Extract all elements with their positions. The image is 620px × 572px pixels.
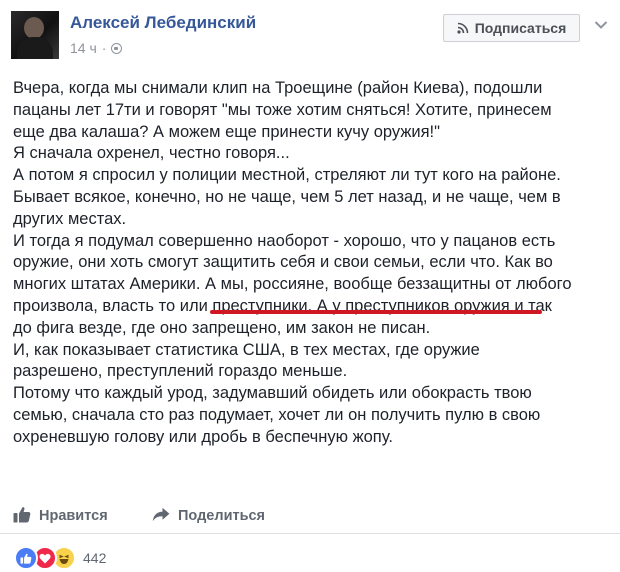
avatar[interactable] (11, 11, 59, 59)
reaction-count: 442 (83, 550, 107, 566)
thumbs-up-icon (13, 506, 31, 527)
like-icon (14, 546, 38, 570)
share-button[interactable]: Поделиться (152, 502, 265, 530)
post-line: И тогда я подумал совершенно наоборот - … (13, 231, 556, 250)
post-line: пацаны лет 17ти и говорят "мы тоже хотим… (13, 100, 552, 119)
subscribe-label: Подписаться (474, 20, 567, 36)
post-meta: 14 ч · (70, 40, 123, 56)
post-line: других местах. (13, 209, 127, 228)
post-line: охреневшую голову или дробь в беспечную … (13, 427, 393, 446)
post-text: Вчера, когда мы снимали клип на Троещине… (13, 78, 613, 449)
reactions-summary[interactable]: 442 (14, 546, 107, 570)
divider (0, 533, 620, 534)
author-name[interactable]: Алексей Лебединский (70, 13, 256, 33)
post-line: И, как показывает статистика США, в тех … (13, 340, 480, 359)
post-line: оружие, они хоть смогут защитить себя и … (13, 253, 553, 272)
post-time[interactable]: 14 ч (70, 40, 97, 56)
post-line: еще два калаша? А можем еще принести куч… (13, 122, 440, 141)
subscribe-button[interactable]: Подписаться (443, 14, 580, 42)
chevron-down-icon[interactable] (594, 17, 608, 29)
share-arrow-icon (152, 507, 170, 526)
like-label: Нравится (39, 508, 108, 524)
facebook-post: Алексей Лебединский 14 ч · Подписаться В… (0, 0, 620, 572)
rss-icon (457, 22, 469, 34)
post-line: семью, сначала сто раз подумает, хочет л… (13, 405, 541, 424)
post-line: до фига везде, где оно запрещено, им зак… (13, 318, 431, 337)
red-underline-annotation (210, 310, 542, 314)
avatar-body (17, 37, 53, 59)
post-line: Я сначала охренел, честно говоря... (13, 144, 290, 163)
post-line: Потому что каждый урод, задумавший обиде… (13, 384, 532, 403)
post-line: Бывает всякое, конечно, но не чаще, чем … (13, 187, 561, 206)
post-actions: Нравится Поделиться (0, 502, 620, 530)
meta-separator: · (101, 40, 107, 56)
globe-icon (111, 42, 123, 54)
share-label: Поделиться (178, 508, 266, 524)
post-line: произвола, власть то или преступники. А … (13, 296, 552, 315)
avatar-head (24, 17, 44, 39)
like-button[interactable]: Нравится (13, 502, 108, 530)
post-line: разрешено, преступлений гораздо меньше. (13, 362, 348, 381)
post-line: многих штатах Америки. А мы, россияне, в… (13, 275, 572, 294)
post-line: Вчера, когда мы снимали клип на Троещине… (13, 79, 543, 97)
post-line: А потом я спросил у полиции местной, стр… (13, 166, 561, 185)
